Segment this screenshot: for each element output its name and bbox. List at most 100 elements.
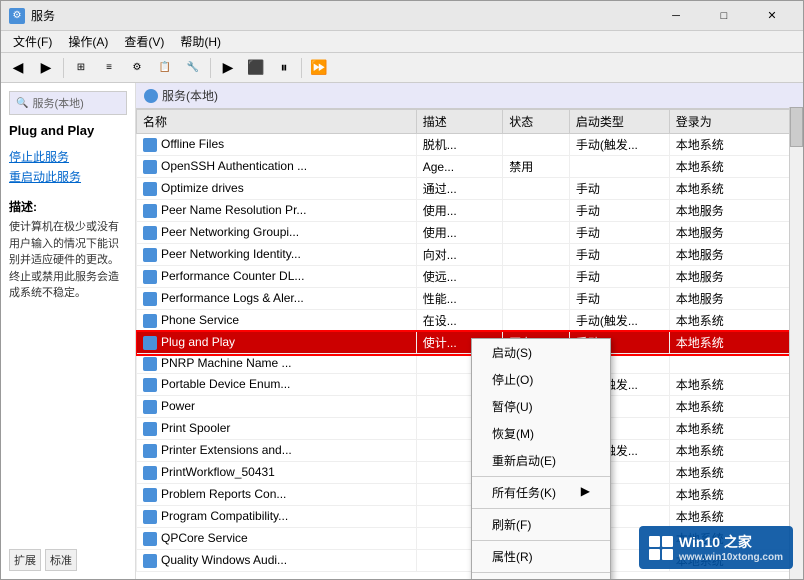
table-row[interactable]: Performance Counter DL... 使远... 手动 本地服务 — [137, 266, 803, 288]
toolbar-sep-3 — [301, 58, 302, 78]
context-menu-item[interactable]: 停止(O) — [472, 366, 610, 393]
table-row[interactable]: Program Compatibility... 本地系统 — [137, 505, 803, 527]
win-logo-q2 — [662, 536, 673, 547]
restart-button[interactable]: ⏩ — [306, 56, 332, 80]
table-row[interactable]: Offline Files 脱机... 手动(触发... 本地系统 — [137, 134, 803, 156]
cell-login — [669, 354, 802, 374]
forward-button[interactable]: ▶ — [33, 56, 59, 80]
context-menu-item[interactable]: 启动(S) — [472, 339, 610, 366]
view-btn-1[interactable]: ⊞ — [68, 56, 94, 80]
context-menu-item[interactable]: 帮助(H) — [472, 575, 610, 579]
table-row[interactable]: Phone Service 在设... 手动(触发... 本地系统 — [137, 310, 803, 332]
context-menu-item[interactable]: 刷新(F) — [472, 511, 610, 538]
cell-startup: 手动 — [569, 178, 669, 200]
cell-name: Optimize drives — [137, 178, 417, 200]
cell-login: 本地系统 — [669, 417, 802, 439]
service-icon — [143, 182, 157, 196]
stop-button[interactable]: ⬛ — [243, 56, 269, 80]
col-header-login[interactable]: 登录为 — [669, 110, 802, 134]
watermark: Win10 之家 www.win10xtong.com — [639, 526, 793, 569]
cell-name: Program Compatibility... — [137, 505, 417, 527]
window-controls: ─ □ ✕ — [653, 1, 795, 31]
service-icon — [143, 488, 157, 502]
table-row[interactable]: Performance Logs & Aler... 性能... 手动 本地服务 — [137, 288, 803, 310]
table-row[interactable]: Peer Networking Groupi... 使用... 手动 本地服务 — [137, 222, 803, 244]
col-header-name[interactable]: 名称 — [137, 110, 417, 134]
action-btn[interactable]: ⚙ — [124, 56, 150, 80]
table-row[interactable]: PNRP Machine Name ... — [137, 354, 803, 374]
stop-service-link[interactable]: 停止此服务 — [9, 148, 127, 165]
cell-login: 本地服务 — [669, 200, 802, 222]
restart-service-link[interactable]: 重启动此服务 — [9, 168, 127, 185]
service-icon — [143, 444, 157, 458]
table-row[interactable]: Power 自动 本地系统 — [137, 395, 803, 417]
table-row[interactable]: PrintWorkflow_50431 本地系统 — [137, 461, 803, 483]
minimize-button[interactable]: ─ — [653, 1, 699, 31]
submenu-arrow-icon: ▶ — [581, 484, 590, 501]
view-btn-2[interactable]: ≡ — [96, 56, 122, 80]
context-menu: 启动(S)停止(O)暂停(U)恢复(M)重新启动(E) 所有任务(K)▶ 刷新(F)… — [471, 338, 611, 579]
context-menu-item[interactable]: 暂停(U) — [472, 393, 610, 420]
cell-status: 禁用 — [503, 156, 570, 178]
cell-startup: 手动(触发... — [569, 134, 669, 156]
menu-file[interactable]: 文件(F) — [5, 31, 60, 52]
context-menu-item[interactable]: 属性(R) — [472, 543, 610, 570]
table-row[interactable]: Portable Device Enum... 手动(触发... 本地系统 — [137, 373, 803, 395]
cell-status — [503, 222, 570, 244]
sidebar-header: 🔍 服务(本地) — [9, 91, 127, 115]
table-row[interactable]: Printer Extensions and... 手动(触发... 本地系统 — [137, 439, 803, 461]
table-row[interactable]: Problem Reports Con... 本地系统 — [137, 483, 803, 505]
tab-expand[interactable]: 扩展 — [9, 549, 41, 571]
cell-name: PNRP Machine Name ... — [137, 354, 417, 374]
context-menu-item[interactable]: 恢复(M) — [472, 420, 610, 447]
cell-name: PrintWorkflow_50431 — [137, 461, 417, 483]
menu-help[interactable]: 帮助(H) — [172, 31, 229, 52]
service-icon — [143, 357, 157, 371]
menu-action[interactable]: 操作(A) — [60, 31, 116, 52]
cell-login: 本地服务 — [669, 266, 802, 288]
action-btn-2[interactable]: 📋 — [152, 56, 178, 80]
scrollbar-thumb[interactable] — [790, 107, 803, 147]
cell-name: Print Spooler — [137, 417, 417, 439]
service-icon — [143, 466, 157, 480]
cell-name: OpenSSH Authentication ... — [137, 156, 417, 178]
cell-desc: 向对... — [416, 244, 503, 266]
cell-status — [503, 244, 570, 266]
cell-startup — [569, 156, 669, 178]
table-scroll-area[interactable]: 名称 描述 状态 启动类型 登录为 Offline Files 脱机... 手动… — [136, 109, 803, 579]
context-menu-item[interactable]: 所有任务(K)▶ — [472, 479, 610, 506]
table-row[interactable]: Optimize drives 通过... 手动 本地系统 — [137, 178, 803, 200]
maximize-button[interactable]: □ — [701, 1, 747, 31]
menu-view[interactable]: 查看(V) — [116, 31, 172, 52]
app-icon: ⚙ — [9, 8, 25, 24]
col-header-status[interactable]: 状态 — [503, 110, 570, 134]
service-icon — [143, 314, 157, 328]
cell-startup: 手动 — [569, 288, 669, 310]
table-row[interactable]: Plug and Play 使计... 正在... 手动 本地系统 — [137, 332, 803, 354]
cell-startup: 手动(触发... — [569, 310, 669, 332]
tab-standard[interactable]: 标准 — [45, 549, 77, 571]
scrollbar[interactable] — [789, 107, 803, 579]
win-logo-q1 — [649, 536, 660, 547]
cell-name: Plug and Play — [137, 332, 417, 354]
service-icon — [143, 400, 157, 414]
action-btn-3[interactable]: 🔧 — [180, 56, 206, 80]
table-row[interactable]: Peer Name Resolution Pr... 使用... 手动 本地服务 — [137, 200, 803, 222]
col-header-startup[interactable]: 启动类型 — [569, 110, 669, 134]
context-menu-item[interactable]: 重新启动(E) — [472, 447, 610, 474]
cell-login: 本地服务 — [669, 222, 802, 244]
sidebar-search-icon: 🔍 — [16, 98, 28, 109]
table-row[interactable]: Peer Networking Identity... 向对... 手动 本地服… — [137, 244, 803, 266]
pause-button[interactable]: ⏸ — [271, 56, 297, 80]
close-button[interactable]: ✕ — [749, 1, 795, 31]
table-row[interactable]: Print Spooler 自动 本地系统 — [137, 417, 803, 439]
play-button[interactable]: ▶ — [215, 56, 241, 80]
back-button[interactable]: ◀ — [5, 56, 31, 80]
cell-name: Peer Networking Groupi... — [137, 222, 417, 244]
cell-login: 本地系统 — [669, 156, 802, 178]
cell-name: QPCore Service — [137, 527, 417, 549]
col-header-desc[interactable]: 描述 — [416, 110, 503, 134]
cell-login: 本地系统 — [669, 505, 802, 527]
context-menu-separator — [472, 476, 610, 477]
table-row[interactable]: OpenSSH Authentication ... Age... 禁用 本地系… — [137, 156, 803, 178]
